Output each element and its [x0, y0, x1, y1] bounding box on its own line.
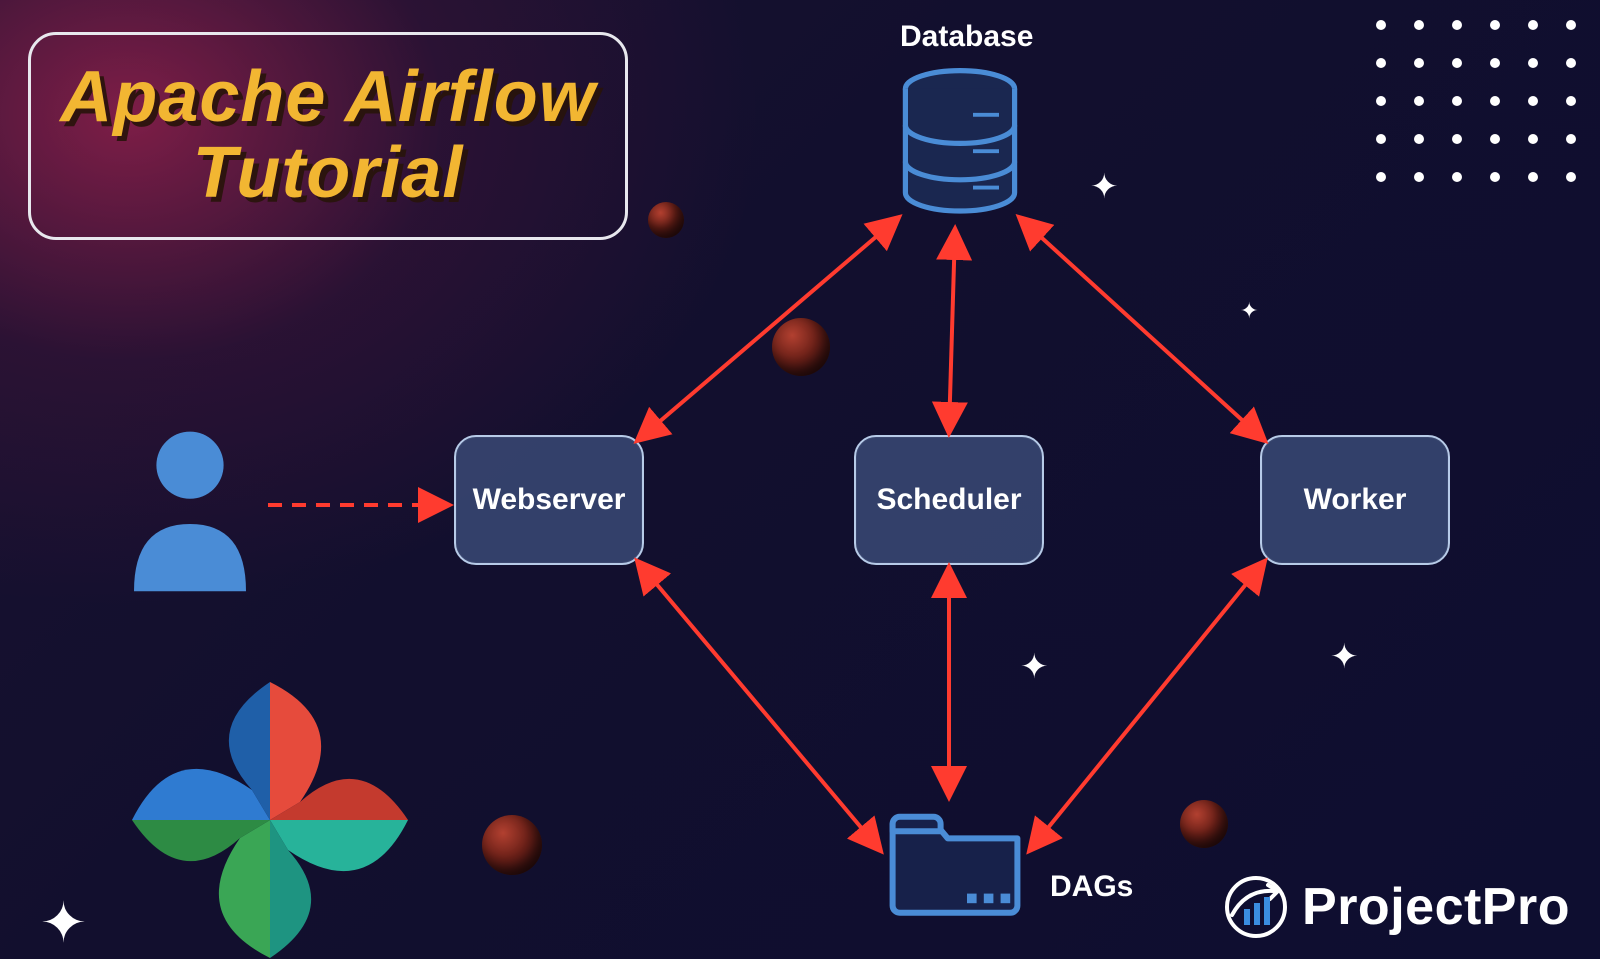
- node-scheduler: Scheduler: [854, 435, 1044, 565]
- sparkle-icon: ✦: [1020, 650, 1049, 684]
- dot-grid-decoration: [1376, 20, 1576, 182]
- planet-decoration: [482, 815, 542, 875]
- brand-logo: ProjectPro: [1224, 875, 1570, 939]
- folder-icon: [880, 800, 1030, 920]
- title-line-1: Apache Airflow: [60, 60, 595, 136]
- edge-scheduler-database: [949, 230, 955, 432]
- title-card: Apache Airflow Tutorial: [28, 32, 628, 240]
- edge-worker-dags: [1030, 562, 1264, 850]
- node-label: Webserver: [473, 483, 626, 517]
- node-webserver: Webserver: [454, 435, 644, 565]
- dags-label: DAGs: [1050, 870, 1133, 904]
- edge-webserver-dags: [638, 562, 880, 850]
- edge-webserver-database: [638, 218, 898, 440]
- title-line-2: Tutorial: [193, 136, 464, 212]
- sparkle-icon: ✦: [1090, 170, 1119, 204]
- node-label: Scheduler: [876, 483, 1021, 517]
- planet-decoration: [772, 318, 830, 376]
- projectpro-icon: [1224, 875, 1288, 939]
- database-label: Database: [900, 20, 1033, 54]
- diagram-stage: Apache Airflow Tutorial ✦ ✦ ✦ ✦ ✦ Databa…: [0, 0, 1600, 959]
- node-worker: Worker: [1260, 435, 1450, 565]
- user-icon: [120, 425, 260, 595]
- node-label: Worker: [1304, 483, 1407, 517]
- sparkle-icon: ✦: [1330, 640, 1359, 674]
- sparkle-icon: ✦: [40, 895, 87, 951]
- planet-decoration: [1180, 800, 1228, 848]
- sparkle-icon: ✦: [1240, 300, 1258, 322]
- brand-name: ProjectPro: [1302, 877, 1570, 937]
- airflow-logo-icon: [120, 670, 420, 959]
- database-icon: [895, 66, 1025, 226]
- planet-decoration: [648, 202, 684, 238]
- edge-worker-database: [1020, 218, 1264, 440]
